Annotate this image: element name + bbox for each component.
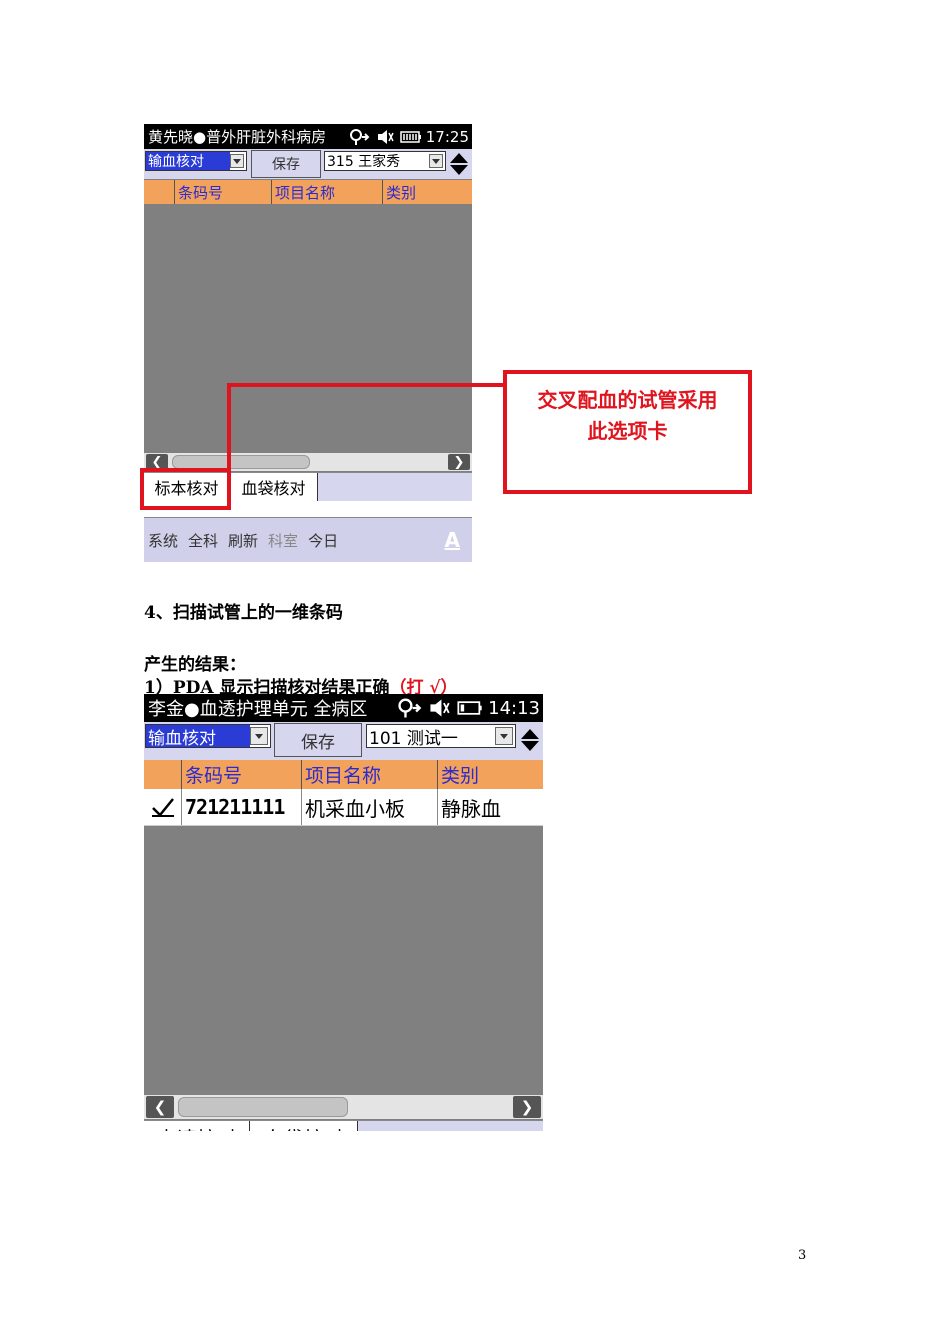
cell-barcode: 721211111 <box>181 789 301 825</box>
status-bar: 李金●血透护理单元 全病区 14:13 <box>144 694 543 722</box>
row-checkbox[interactable] <box>144 789 181 825</box>
scroll-left-icon[interactable]: ❮ <box>146 1096 174 1118</box>
mode-dropdown-label: 输血核对 <box>146 152 230 170</box>
callout-connector-horizontal <box>227 383 504 387</box>
menu-system[interactable]: 系统 <box>148 530 178 551</box>
toolbar: 输血核对 保存 101 测试一 <box>144 722 543 760</box>
page-number: 3 <box>798 1248 807 1263</box>
keyboard-icon[interactable]: A <box>445 528 460 552</box>
patient-dropdown[interactable]: 101 测试一 <box>366 724 516 748</box>
menu-all-departments[interactable]: 全科 <box>188 530 218 551</box>
tab-bar: 申请核对 血袋核对 <box>144 1120 543 1131</box>
callout-connector-vertical <box>227 383 231 469</box>
save-button[interactable]: 保存 <box>274 723 362 757</box>
checkmark-icon[interactable] <box>151 797 175 817</box>
tab-blood-bag-check[interactable]: 血袋核对 <box>250 1121 358 1131</box>
status-title: 黄先晓●普外肝脏外科病房 <box>148 128 327 146</box>
scroll-thumb[interactable] <box>178 1097 348 1117</box>
speaker-muted-icon <box>377 129 394 144</box>
cell-category: 静脉血 <box>437 789 543 825</box>
column-header-item-name[interactable]: 项目名称 <box>271 180 382 204</box>
chevron-down-icon[interactable] <box>230 154 244 168</box>
connectivity-icon <box>398 698 422 718</box>
chevron-down-icon[interactable] <box>429 154 443 168</box>
chevron-down-icon[interactable] <box>495 727 513 745</box>
status-time: 14:13 <box>488 697 540 719</box>
speaker-muted-icon <box>430 699 450 717</box>
column-header-item-name[interactable]: 项目名称 <box>301 760 437 789</box>
status-bar: 黄先晓●普外肝脏外科病房 17:25 <box>144 124 472 149</box>
arrow-down-icon[interactable] <box>521 741 539 751</box>
chevron-down-icon[interactable] <box>250 727 268 745</box>
menu-today[interactable]: 今日 <box>308 530 338 551</box>
column-header-barcode[interactable]: 条码号 <box>181 760 301 789</box>
scroll-right-icon[interactable]: ❯ <box>448 454 470 470</box>
menu-refresh[interactable]: 刷新 <box>228 530 258 551</box>
arrow-up-icon[interactable] <box>450 153 468 163</box>
table-header: 条码号 项目名称 类别 <box>144 760 543 789</box>
up-down-spinner[interactable] <box>448 152 470 176</box>
toolbar: 输血核对 保存 315 王家秀 <box>144 149 472 179</box>
result-heading: 产生的结果： <box>144 655 246 675</box>
mode-dropdown-label: 输血核对 <box>146 725 250 747</box>
save-button[interactable]: 保存 <box>251 150 321 178</box>
pda-screen-2: 李金●血透护理单元 全病区 14:13 输血核对 保存 101 测试一 条码号 … <box>144 694 543 1131</box>
column-header-category[interactable]: 类别 <box>437 760 543 789</box>
tab-blood-bag-check[interactable]: 血袋核对 <box>230 473 318 501</box>
scroll-thumb[interactable] <box>172 455 310 469</box>
arrow-down-icon[interactable] <box>450 165 468 175</box>
column-header-category[interactable]: 类别 <box>382 180 472 204</box>
patient-dropdown-label: 315 王家秀 <box>327 154 401 170</box>
connectivity-icon <box>349 128 370 145</box>
mode-dropdown[interactable]: 输血核对 <box>145 151 247 171</box>
menu-bar: 系统 全科 刷新 科室 今日 A <box>144 517 472 562</box>
callout-text-line1: 交叉配血的试管采用 <box>537 388 718 412</box>
menu-department: 科室 <box>268 532 299 550</box>
step-heading: 4、扫描试管上的一维条码 <box>144 603 343 623</box>
patient-dropdown[interactable]: 315 王家秀 <box>324 151 446 171</box>
table-header: 条码号 项目名称 类别 <box>144 180 472 204</box>
patient-dropdown-label: 101 测试一 <box>369 728 458 748</box>
horizontal-scrollbar[interactable]: ❮ ❯ <box>144 1095 543 1119</box>
tab-request-check[interactable]: 申请核对 <box>144 1121 250 1131</box>
status-time: 17:25 <box>425 127 469 146</box>
cell-item-name: 机采血小板 <box>301 789 437 825</box>
table-row[interactable]: 721211111 机采血小板 静脉血 <box>144 789 543 826</box>
battery-icon <box>400 130 421 143</box>
status-title: 李金●血透护理单元 全病区 <box>148 699 368 720</box>
mode-dropdown[interactable]: 输血核对 <box>145 724 271 748</box>
scroll-right-icon[interactable]: ❯ <box>513 1096 541 1118</box>
battery-icon <box>457 701 482 715</box>
column-header-barcode[interactable]: 条码号 <box>174 180 271 204</box>
up-down-spinner[interactable] <box>518 725 542 755</box>
arrow-up-icon[interactable] <box>521 729 539 739</box>
callout-text-line2: 此选项卡 <box>587 419 668 443</box>
tab-highlight-frame <box>140 468 231 510</box>
callout-box: 交叉配血的试管采用 此选项卡 <box>503 370 752 494</box>
